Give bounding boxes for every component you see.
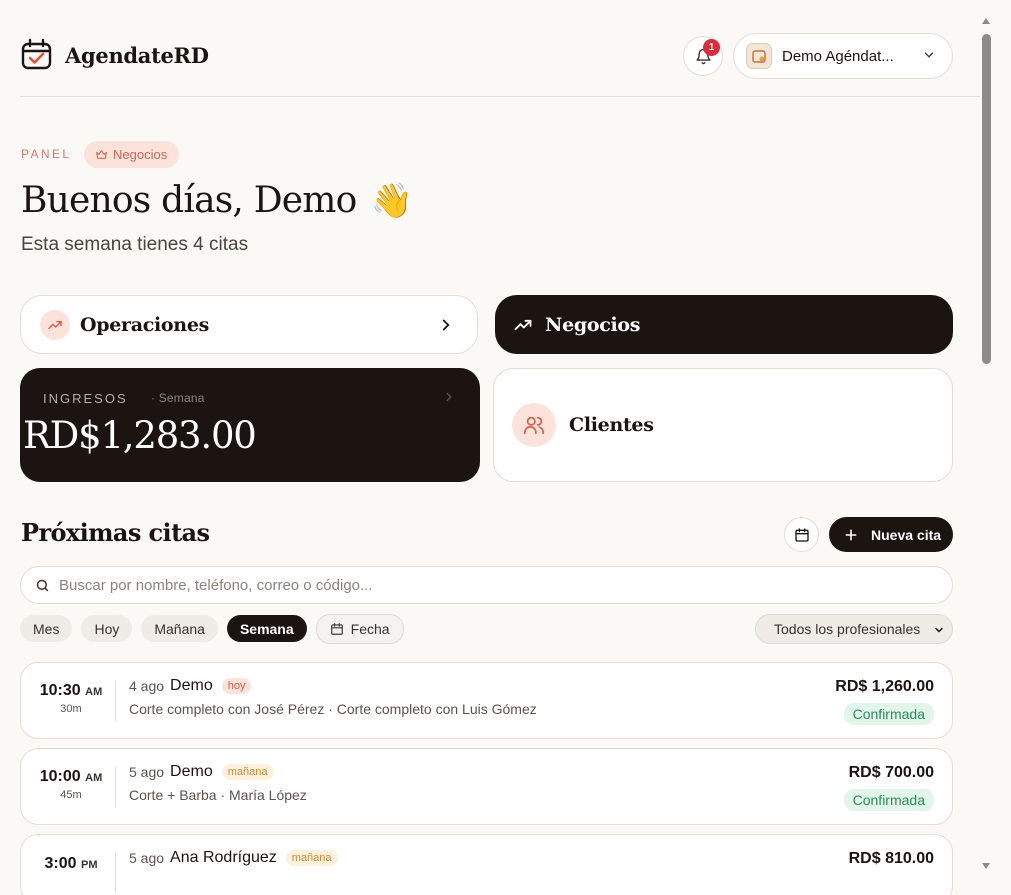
filter-date-label: Fecha <box>350 621 390 637</box>
appointment-duration: 30m <box>60 703 82 715</box>
filter-today[interactable]: Hoy <box>81 615 133 642</box>
panel-label: PANEL <box>21 147 72 161</box>
day-tag: hoy <box>221 678 252 694</box>
plan-badge: Negocios <box>84 141 180 168</box>
calendar-view-button[interactable] <box>784 517 819 552</box>
scroll-down-arrow-icon[interactable] <box>981 862 991 870</box>
filter-date[interactable]: Fecha <box>315 614 404 644</box>
top-header: AgendateRD 1 Demo Agéndat... <box>20 0 980 97</box>
professional-select[interactable]: Todos los profesionales <box>755 614 953 644</box>
status-badge: Confirmada <box>843 703 934 725</box>
date-filter-chips: Mes Hoy Mañana Semana Fecha <box>20 614 404 644</box>
income-value: RD$1,283.00 <box>23 414 257 457</box>
appointment-duration: 45m <box>60 789 82 801</box>
appointment-card[interactable]: 10:00 AM 45m 5 ago Demo mañana Corte + B… <box>20 748 953 825</box>
calendar-icon <box>330 623 343 635</box>
scrollbar-thumb[interactable] <box>982 34 991 364</box>
clients-card[interactable]: Clientes <box>493 368 953 482</box>
appointment-card[interactable]: 10:30 AM 30m 4 ago Demo hoy Corte comple… <box>20 662 953 739</box>
notification-count-badge: 1 <box>703 39 720 56</box>
search-input[interactable] <box>59 576 919 594</box>
chevron-down-icon <box>924 52 934 58</box>
business-name: Demo Agéndat... <box>782 47 894 65</box>
operations-card-title: Operaciones <box>80 313 210 336</box>
divider <box>115 767 116 807</box>
trending-up-icon <box>514 319 532 330</box>
chevron-down-icon <box>935 627 943 633</box>
chevron-right-icon <box>446 392 452 402</box>
business-card-title: Negocios <box>545 313 641 336</box>
appointment-time: 10:30 AM <box>39 682 103 699</box>
filter-week[interactable]: Semana <box>226 615 307 642</box>
search-bar[interactable] <box>20 566 953 604</box>
business-card[interactable]: Negocios <box>495 295 953 354</box>
divider <box>115 853 116 893</box>
greeting-title: Buenos días, Demo 👋 <box>21 180 413 221</box>
appointment-services: Corte + Barba · María López <box>129 787 307 803</box>
divider <box>115 681 116 721</box>
greeting-text: Buenos días, Demo <box>21 180 357 221</box>
client-name: Demo <box>170 763 213 780</box>
waving-hand-icon: 👋 <box>370 180 413 221</box>
appointment-card[interactable]: 3:00 PM 5 ago Ana Rodríguez mañana RD$ 8… <box>20 834 953 895</box>
business-avatar <box>746 43 772 69</box>
calendar-icon <box>794 527 809 542</box>
appointment-services: Corte completo con José Pérez · Corte co… <box>129 701 537 717</box>
notifications-button[interactable]: 1 <box>683 36 723 76</box>
appointment-date: 5 ago <box>129 764 165 780</box>
new-appointment-button[interactable]: Nueva cita <box>829 517 953 552</box>
trending-up-icon <box>40 309 70 340</box>
status-badge: Confirmada <box>843 789 934 811</box>
users-icon <box>512 403 556 447</box>
brand-name: AgendateRD <box>65 42 209 68</box>
scroll-up-arrow-icon[interactable] <box>981 17 991 25</box>
appointment-price: RD$ 810.00 <box>848 850 934 867</box>
crown-icon <box>96 150 107 159</box>
calendar-check-icon <box>21 38 52 70</box>
client-name: Demo <box>170 677 213 694</box>
business-selector[interactable]: Demo Agéndat... <box>733 33 953 79</box>
appointment-time: 3:00 PM <box>44 855 98 872</box>
filter-tomorrow[interactable]: Mañana <box>141 615 218 642</box>
greeting-subtitle: Esta semana tienes 4 citas <box>21 234 249 255</box>
income-label: INGRESOS <box>43 391 128 406</box>
appointment-price: RD$ 700.00 <box>848 764 934 781</box>
appointment-date: 4 ago <box>129 678 165 694</box>
operations-card[interactable]: Operaciones <box>20 295 478 354</box>
client-name: Ana Rodríguez <box>170 849 277 866</box>
search-icon <box>36 579 49 591</box>
plan-badge-label: Negocios <box>113 147 168 162</box>
business-logo-icon <box>752 50 766 63</box>
upcoming-title: Próximas citas <box>21 518 210 547</box>
day-tag: mañana <box>221 764 274 780</box>
new-appointment-label: Nueva cita <box>871 526 942 543</box>
income-period: · Semana <box>151 391 205 405</box>
appointment-price: RD$ 1,260.00 <box>835 678 934 695</box>
appointment-date: 5 ago <box>129 850 165 866</box>
clients-card-title: Clientes <box>569 414 654 436</box>
appointment-time: 10:00 AM <box>39 768 103 785</box>
professional-select-value: Todos los profesionales <box>774 621 921 637</box>
day-tag: mañana <box>285 850 338 866</box>
filter-month[interactable]: Mes <box>20 615 73 642</box>
plus-icon <box>845 529 857 540</box>
brand-logo[interactable]: AgendateRD <box>20 38 209 72</box>
chevron-right-icon <box>442 319 450 331</box>
